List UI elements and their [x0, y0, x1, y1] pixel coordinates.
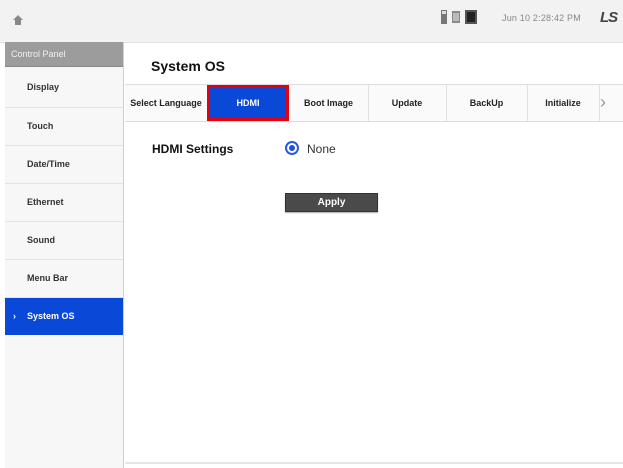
display-icon: [464, 9, 478, 30]
sidebar-item-label: Ethernet: [27, 197, 64, 207]
page-title: System OS: [151, 58, 225, 74]
apply-button[interactable]: Apply: [285, 193, 378, 212]
divider: [125, 462, 623, 464]
hdmi-none-radio[interactable]: [285, 141, 299, 155]
sidebar-item-system-os[interactable]: › System OS: [5, 298, 123, 335]
sidebar-item-ethernet[interactable]: Ethernet: [5, 184, 123, 222]
brand-logo: LS: [600, 9, 618, 26]
tab-label: BackUp: [469, 98, 504, 108]
tab-initialize[interactable]: Initialize: [527, 85, 600, 121]
tab-boot-image[interactable]: Boot Image: [289, 85, 369, 121]
sidebar-item-date-time[interactable]: Date/Time: [5, 146, 123, 184]
sidebar-item-label: Touch: [27, 121, 54, 131]
tab-select-language[interactable]: Select Language: [125, 85, 208, 121]
sidebar-item-label: Date/Time: [27, 159, 70, 169]
tab-bar: Select Language HDMI Boot Image Update B…: [125, 84, 623, 122]
sidebar-item-label: Sound: [27, 235, 55, 245]
tab-label: Select Language: [130, 98, 202, 108]
chevron-right-icon: ›: [13, 311, 16, 321]
sidebar-item-menu-bar[interactable]: Menu Bar: [5, 260, 123, 298]
hdmi-settings-label: HDMI Settings: [152, 142, 234, 156]
sidebar-item-label: Display: [27, 82, 60, 92]
tab-backup[interactable]: BackUp: [446, 85, 528, 121]
sidebar-item-sound[interactable]: Sound: [5, 222, 123, 260]
tab-label: Update: [391, 98, 423, 108]
tab-label: Initialize: [545, 98, 581, 108]
sidebar-header: Control Panel: [5, 42, 123, 67]
usb-icon: [440, 9, 448, 30]
sidebar-item-label: System OS: [27, 311, 75, 321]
sd-card-icon: [451, 9, 461, 30]
tab-update[interactable]: Update: [368, 85, 447, 121]
tab-label: HDMI: [236, 98, 260, 108]
tab-hdmi[interactable]: HDMI: [210, 88, 286, 118]
status-icons: [440, 9, 478, 30]
datetime-display: Jun 10 2:28:42 PM: [502, 13, 581, 23]
sidebar: Control Panel Display Touch Date/Time Et…: [5, 42, 124, 468]
sidebar-item-label: Menu Bar: [27, 273, 69, 283]
hdmi-none-option-label: None: [307, 142, 336, 156]
sidebar-item-touch[interactable]: Touch: [5, 108, 123, 146]
tab-label: Boot Image: [303, 98, 353, 108]
home-icon[interactable]: [12, 14, 24, 26]
top-status-bar: Jun 10 2:28:42 PM LS: [0, 0, 623, 43]
sidebar-item-display[interactable]: Display: [5, 67, 123, 108]
chevron-right-icon[interactable]: ›: [600, 92, 606, 113]
